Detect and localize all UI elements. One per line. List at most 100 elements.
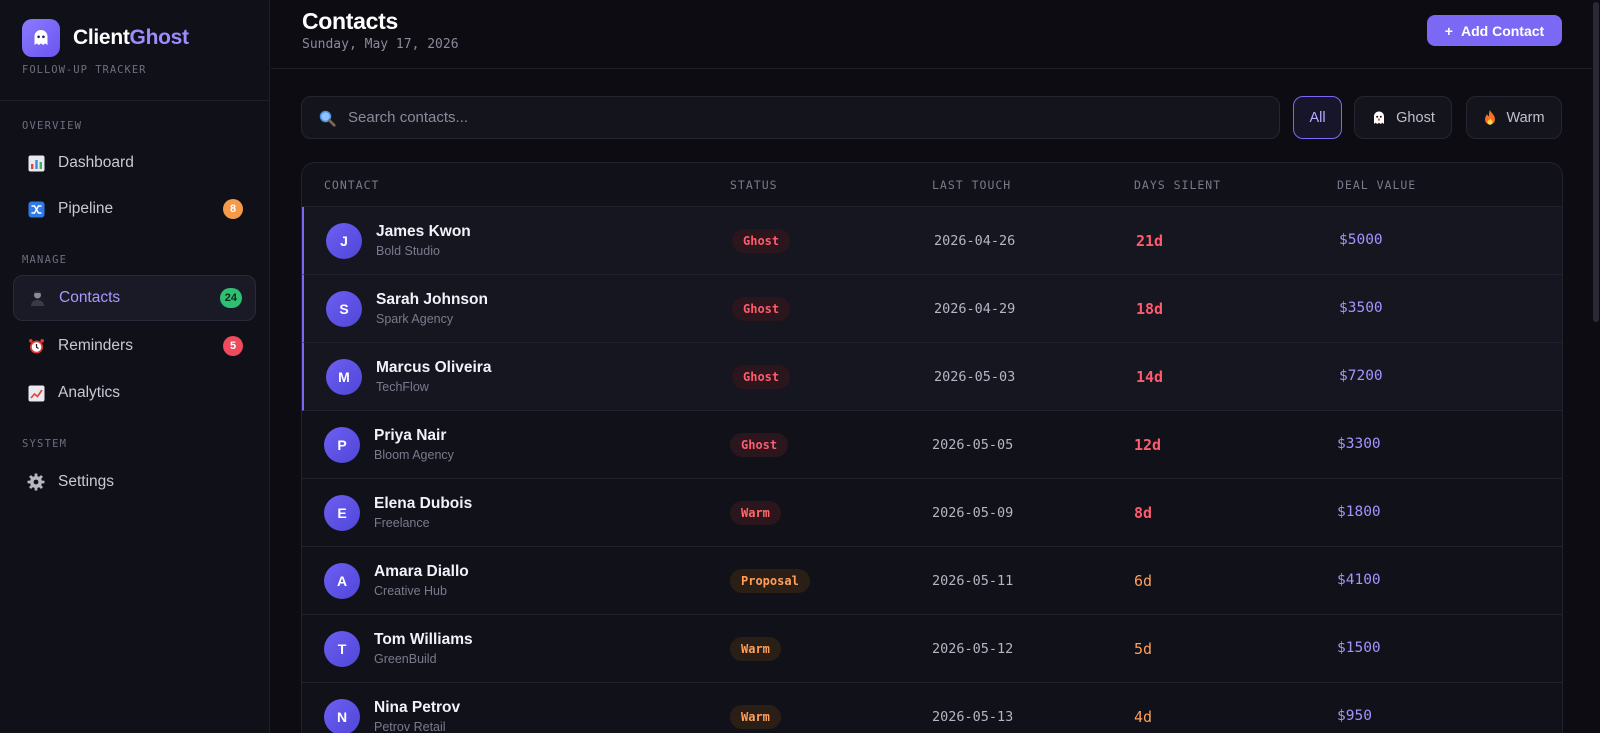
deal-value: $1500 <box>1337 640 1381 656</box>
filter-label: Warm <box>1506 109 1545 126</box>
table-row[interactable]: S Sarah Johnson Spark Agency Ghost 2026-… <box>302 275 1562 343</box>
contact-company: Spark Agency <box>376 312 454 326</box>
sidebar-item-contacts[interactable]: Contacts 24 <box>13 275 256 321</box>
last-touch-date: 2026-05-11 <box>932 573 1014 589</box>
column-header-last-touch[interactable]: LAST TOUCH <box>932 178 1011 192</box>
bar-chart-icon <box>27 154 45 172</box>
search-bar[interactable] <box>301 96 1280 139</box>
deal-value: $7200 <box>1339 368 1383 384</box>
contacts-count-badge: 24 <box>219 288 242 308</box>
contact-name: Sarah Johnson <box>376 291 488 308</box>
last-touch-date: 2026-05-05 <box>932 437 1014 453</box>
gear-icon <box>27 473 45 491</box>
status-badge: Ghost <box>732 229 791 253</box>
last-touch-date: 2026-04-29 <box>934 301 1016 317</box>
contact-company: Freelance <box>374 516 430 530</box>
column-header-deal-value[interactable]: DEAL VALUE <box>1337 178 1416 192</box>
search-input[interactable] <box>348 109 1279 126</box>
contact-company: Bloom Agency <box>374 448 454 462</box>
sidebar-item-reminders[interactable]: Reminders 5 <box>13 323 256 369</box>
avatar: J <box>326 223 362 259</box>
deal-value: $1800 <box>1337 504 1381 520</box>
sidebar-item-label: Pipeline <box>58 200 114 217</box>
page-date: Sunday, May 17, 2026 <box>302 37 459 52</box>
brand-name: ClientGhost <box>73 26 189 49</box>
avatar: M <box>326 359 362 395</box>
table-row[interactable]: N Nina Petrov Petrov Retail Warm 2026-05… <box>302 683 1562 733</box>
status-badge: Ghost <box>730 433 789 457</box>
days-silent: 14d <box>1136 368 1164 386</box>
contact-company: Bold Studio <box>376 244 440 258</box>
days-silent: 4d <box>1134 708 1153 726</box>
status-badge: Proposal <box>730 569 810 593</box>
sidebar-item-label: Dashboard <box>58 154 134 171</box>
add-contact-button[interactable]: + Add Contact <box>1427 15 1562 46</box>
contact-name: Elena Dubois <box>374 495 473 512</box>
contact-name: Nina Petrov <box>374 699 461 716</box>
avatar: S <box>326 291 362 327</box>
contact-company: TechFlow <box>376 380 429 394</box>
deal-value: $3300 <box>1337 436 1381 452</box>
table-row[interactable]: T Tom Williams GreenBuild Warm 2026-05-1… <box>302 615 1562 683</box>
deal-value: $4100 <box>1337 572 1381 588</box>
shuffle-icon <box>27 200 45 218</box>
sidebar-item-settings[interactable]: Settings <box>13 459 256 505</box>
sidebar-item-label: Contacts <box>59 289 121 306</box>
sidebar-item-analytics[interactable]: Analytics <box>13 370 256 416</box>
table-row[interactable]: J James Kwon Bold Studio Ghost 2026-04-2… <box>302 207 1562 275</box>
section-label-system: SYSTEM <box>22 438 68 450</box>
days-silent: 21d <box>1136 232 1164 250</box>
avatar: E <box>324 495 360 531</box>
plus-icon: + <box>1444 22 1453 39</box>
sidebar-item-label: Analytics <box>58 384 121 401</box>
contact-company: Creative Hub <box>374 584 447 598</box>
contacts-table: CONTACT STATUS LAST TOUCH DAYS SILENT DE… <box>301 162 1563 733</box>
table-row[interactable]: E Elena Dubois Freelance Warm 2026-05-09… <box>302 479 1562 547</box>
contact-company: GreenBuild <box>374 652 437 666</box>
last-touch-date: 2026-05-12 <box>932 641 1014 657</box>
add-contact-label: Add Contact <box>1460 22 1545 39</box>
contact-company: Petrov Retail <box>374 720 446 733</box>
fire-icon <box>1483 109 1497 126</box>
scrollbar-thumb[interactable] <box>1593 2 1599 322</box>
sidebar-item-pipeline[interactable]: Pipeline 8 <box>13 186 256 232</box>
last-touch-date: 2026-05-09 <box>932 505 1014 521</box>
alarm-clock-icon <box>27 337 45 355</box>
topbar: Contacts Sunday, May 17, 2026 + Add Cont… <box>271 0 1600 69</box>
filter-ghost[interactable]: Ghost <box>1354 96 1452 139</box>
table-row[interactable]: M Marcus Oliveira TechFlow Ghost 2026-05… <box>302 343 1562 411</box>
pipeline-count-badge: 8 <box>223 199 243 219</box>
status-badge: Ghost <box>732 365 791 389</box>
days-silent: 12d <box>1134 436 1162 454</box>
search-icon <box>318 109 336 127</box>
last-touch-date: 2026-05-13 <box>932 709 1014 725</box>
sidebar-item-dashboard[interactable]: Dashboard <box>13 140 256 186</box>
column-header-status[interactable]: STATUS <box>730 178 778 192</box>
status-badge: Warm <box>730 501 781 525</box>
table-header: CONTACT STATUS LAST TOUCH DAYS SILENT DE… <box>302 163 1562 207</box>
page-scrollbar[interactable] <box>1592 0 1600 733</box>
table-row[interactable]: P Priya Nair Bloom Agency Ghost 2026-05-… <box>302 411 1562 479</box>
contact-name: Priya Nair <box>374 427 447 444</box>
filter-warm[interactable]: Warm <box>1466 96 1562 139</box>
brand[interactable]: ClientGhost <box>22 19 189 57</box>
deal-value: $950 <box>1337 708 1372 724</box>
section-label-manage: MANAGE <box>22 254 68 266</box>
sidebar: ClientGhost FOLLOW-UP TRACKER OVERVIEW D… <box>0 0 270 733</box>
section-label-overview: OVERVIEW <box>22 120 83 132</box>
contact-name: James Kwon <box>376 223 471 240</box>
filter-all[interactable]: All <box>1293 96 1342 139</box>
contact-name: Tom Williams <box>374 631 473 648</box>
avatar: N <box>324 699 360 733</box>
contact-name: Marcus Oliveira <box>376 359 492 376</box>
sidebar-item-label: Settings <box>58 473 115 490</box>
last-touch-date: 2026-04-26 <box>934 233 1016 249</box>
avatar: T <box>324 631 360 667</box>
column-header-contact[interactable]: CONTACT <box>324 178 379 192</box>
table-row[interactable]: A Amara Diallo Creative Hub Proposal 202… <box>302 547 1562 615</box>
column-header-days-silent[interactable]: DAYS SILENT <box>1134 178 1221 192</box>
reminders-count-badge: 5 <box>223 336 243 356</box>
status-badge: Warm <box>730 705 781 729</box>
person-icon <box>28 289 46 307</box>
avatar: A <box>324 563 360 599</box>
